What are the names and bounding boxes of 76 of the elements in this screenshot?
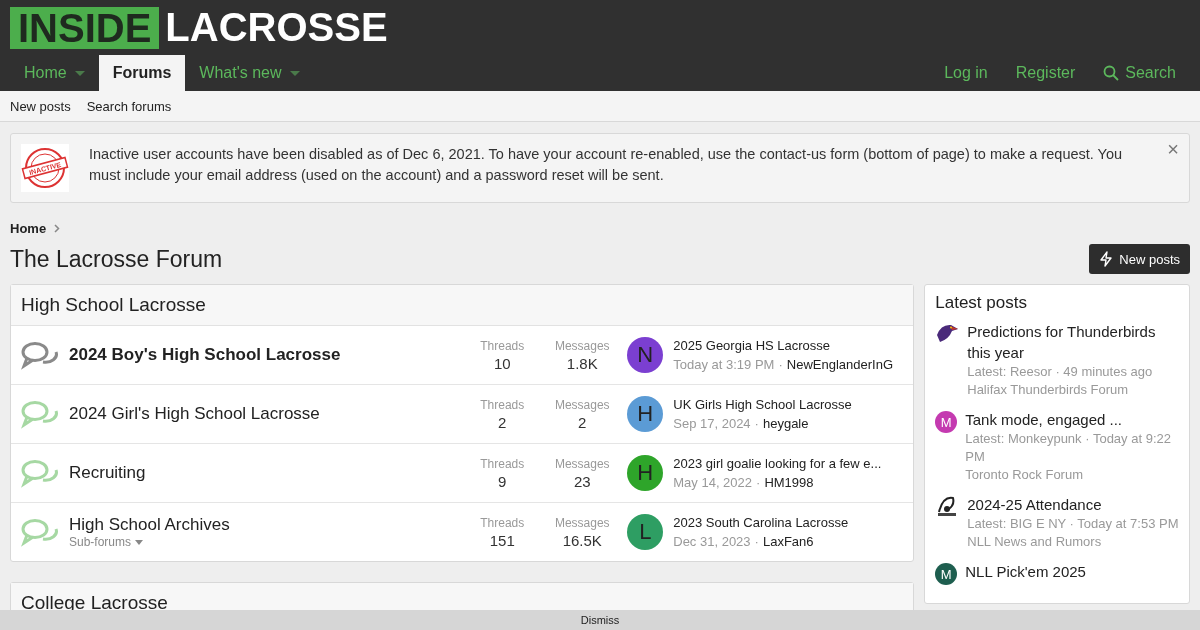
nav-tab[interactable]: Home bbox=[10, 55, 99, 91]
sidebar-title: Latest posts bbox=[935, 293, 1028, 313]
forum-title[interactable]: High School Archives bbox=[69, 515, 458, 535]
post-meta: Latest: BIG E NY · Today at 7:53 PM bbox=[967, 515, 1179, 533]
close-button[interactable]: × bbox=[1167, 138, 1179, 161]
new-posts-button[interactable]: New posts bbox=[1089, 244, 1190, 274]
subnav-link[interactable]: New posts bbox=[10, 98, 71, 114]
user-avatar[interactable]: H bbox=[627, 396, 664, 432]
caret-icon[interactable] bbox=[74, 70, 85, 76]
subforums-toggle[interactable]: Sub-forums bbox=[69, 535, 458, 549]
stat-label: Messages bbox=[554, 397, 610, 412]
notice-text: Inactive user accounts have been disabled as of Dec 6, 2021. To have your account re-enabled, use the contact-us form (bottom of page) to make a request. You must include your email address (used on the account) and a password reset will be sent. bbox=[89, 145, 1124, 185]
last-thread-link[interactable]: UK Girls High School Lacrosse bbox=[673, 397, 904, 412]
stat-value: 9 bbox=[498, 472, 507, 490]
caret-icon[interactable] bbox=[289, 70, 300, 76]
stat-value: 1.8K bbox=[566, 354, 598, 372]
last-thread-link[interactable]: 2025 Georgia HS Lacrosse bbox=[673, 338, 904, 353]
chat-bubbles-icon bbox=[21, 399, 59, 429]
stat-value: 2 bbox=[498, 413, 507, 431]
chevron-icon bbox=[54, 224, 61, 233]
subnav-link[interactable]: Search forums bbox=[86, 98, 172, 114]
chat-bubbles-icon bbox=[21, 458, 59, 488]
nav-tab[interactable]: Forums bbox=[98, 55, 186, 91]
last-thread-link[interactable]: 2023 South Carolina Lacrosse bbox=[673, 515, 904, 530]
post-link[interactable]: Tank mode, engaged ... bbox=[965, 409, 1179, 430]
post-date: Dec 31, 2023 bbox=[673, 534, 751, 549]
stat-value: 10 bbox=[493, 354, 511, 372]
post-meta: Latest: Reesor · 49 minutes ago bbox=[967, 363, 1154, 381]
username-link[interactable]: NewEnglanderInG bbox=[786, 357, 893, 372]
username-link[interactable]: HM1998 bbox=[764, 475, 814, 490]
category-title[interactable]: High School Lacrosse bbox=[11, 285, 914, 326]
bolt-icon bbox=[1099, 251, 1114, 267]
post-date: May 14, 2022 bbox=[673, 475, 753, 490]
logo-text[interactable]: LACROSSE bbox=[165, 5, 388, 50]
username-link[interactable]: LaxFan6 bbox=[762, 534, 814, 549]
separator-dot: · bbox=[756, 475, 761, 490]
stat-value: 16.5K bbox=[562, 531, 602, 549]
chat-bubbles-icon bbox=[21, 340, 59, 370]
search-link[interactable]: Search bbox=[1089, 55, 1190, 91]
stat-label: Threads bbox=[480, 397, 525, 412]
separator-dot: · bbox=[754, 416, 759, 431]
forum-title[interactable]: 2024 Girl's High School Lacrosse bbox=[69, 404, 458, 424]
user-avatar[interactable]: M bbox=[935, 563, 958, 585]
search-icon bbox=[1103, 65, 1120, 81]
last-thread-link[interactable]: 2023 girl goalie looking for a few e... bbox=[673, 456, 904, 471]
stat-value: 23 bbox=[573, 472, 591, 490]
nav-link[interactable]: Log in bbox=[930, 55, 1002, 91]
stat-label: Messages bbox=[554, 515, 610, 530]
forum-title[interactable]: 2024 Boy's High School Lacrosse bbox=[69, 345, 458, 365]
user-avatar[interactable]: H bbox=[627, 455, 664, 491]
post-link[interactable]: Predictions for Thunderbirds this year bbox=[967, 321, 1179, 363]
page-title: The Lacrosse Forum bbox=[10, 245, 223, 273]
stat-value: 2 bbox=[578, 413, 587, 431]
logo-text[interactable]: INSIDE bbox=[10, 6, 160, 49]
separator-dot: · bbox=[778, 357, 783, 372]
stat-label: Threads bbox=[480, 515, 525, 530]
chat-bubbles-icon bbox=[21, 517, 59, 547]
dismiss-button[interactable]: Dismiss bbox=[580, 614, 620, 626]
separator-dot: · bbox=[754, 534, 759, 549]
stat-label: Threads bbox=[480, 456, 525, 471]
user-avatar[interactable]: L bbox=[627, 514, 664, 550]
stat-label: Threads bbox=[480, 338, 525, 353]
nav-link[interactable]: Register bbox=[1001, 55, 1090, 91]
post-link[interactable]: 2024-25 Attendance bbox=[967, 494, 1179, 515]
username-link[interactable]: heygale bbox=[762, 416, 809, 431]
stat-label: Messages bbox=[554, 338, 610, 353]
user-avatar[interactable]: M bbox=[935, 411, 958, 433]
post-date: Sep 17, 2024 bbox=[673, 416, 751, 431]
nav-tab[interactable]: What's new bbox=[185, 55, 314, 91]
post-link[interactable]: NLL Pick'em 2025 bbox=[965, 561, 1086, 582]
post-meta: Latest: Monkeypunk · Today at 9:22 PM bbox=[965, 430, 1172, 466]
post-date: Today at 3:19 PM bbox=[673, 357, 775, 372]
stat-label: Messages bbox=[554, 456, 610, 471]
forum-title[interactable]: Recruiting bbox=[69, 463, 458, 483]
breadcrumb-link[interactable]: Home bbox=[10, 221, 47, 236]
stat-value: 151 bbox=[489, 531, 515, 549]
